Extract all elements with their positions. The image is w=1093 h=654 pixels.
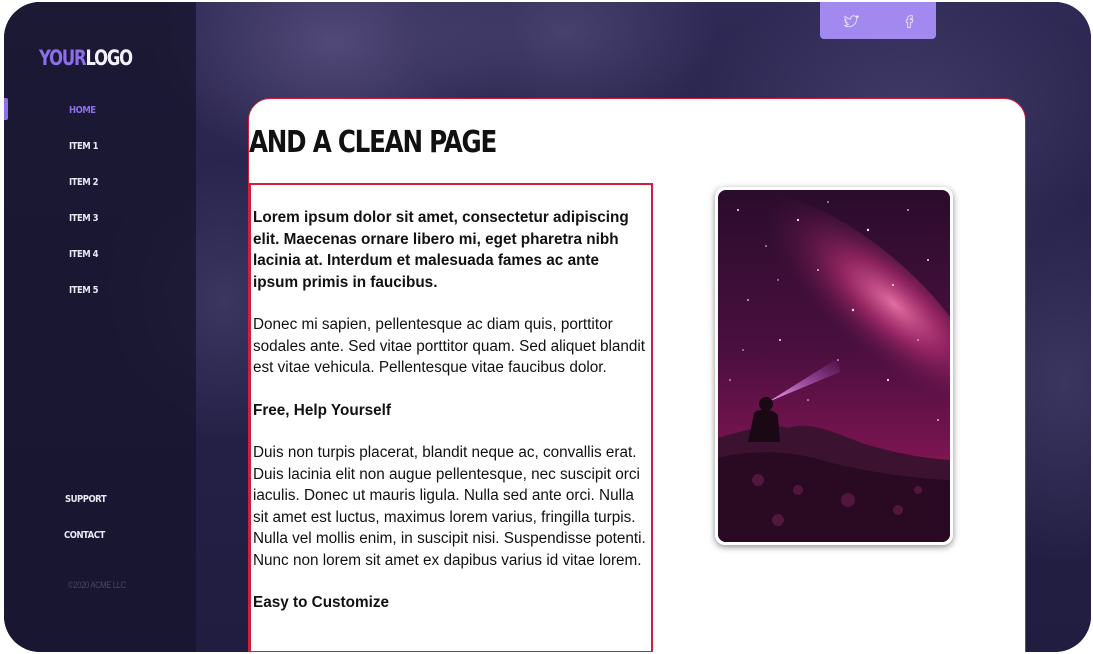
page-title: AND A CLEAN PAGE [249,125,497,160]
paragraph: Donec mi sapien, pellentesque ac diam qu… [253,316,646,376]
nav-item-item-3[interactable]: ITEM 3 [69,213,99,224]
logo[interactable]: YOURLOGO [39,46,133,70]
nav-item-item-5[interactable]: ITEM 5 [69,285,99,296]
night-sky-photo [718,190,950,542]
app-frame: YOURLOGO HOME ITEM 1 ITEM 2 ITEM 3 ITEM … [4,2,1091,652]
nav-item-item-1[interactable]: ITEM 1 [69,141,99,152]
logo-part-your: YOUR [39,46,87,70]
active-nav-indicator [4,98,8,120]
subheading-easy-to-customize: Easy to Customize [253,594,390,611]
nav-item-contact[interactable]: CONTACT [64,530,105,541]
article-text: Lorem ipsum dolor sit amet, consectetur … [249,183,653,652]
social-bar [820,2,936,39]
paragraph: Duis non turpis placerat, blandit neque … [253,444,646,569]
nav-item-home[interactable]: HOME [69,105,96,116]
facebook-icon[interactable] [901,13,917,29]
content-card: AND A CLEAN PAGE Lorem ipsum dolor sit a… [248,98,1026,652]
nav-item-item-4[interactable]: ITEM 4 [69,249,99,260]
copyright-text: ©2020 ACME LLC [68,580,126,590]
twitter-icon[interactable] [843,13,860,29]
logo-part-logo: LOGO [85,46,133,70]
nav-item-support[interactable]: SUPPORT [65,494,107,505]
nav-item-item-2[interactable]: ITEM 2 [69,177,99,188]
subheading-free-help-yourself: Free, Help Yourself [253,401,392,419]
lead-paragraph: Lorem ipsum dolor sit amet, consectetur … [253,209,629,291]
sidebar: YOURLOGO HOME ITEM 1 ITEM 2 ITEM 3 ITEM … [4,2,196,652]
hero-image [715,187,953,545]
